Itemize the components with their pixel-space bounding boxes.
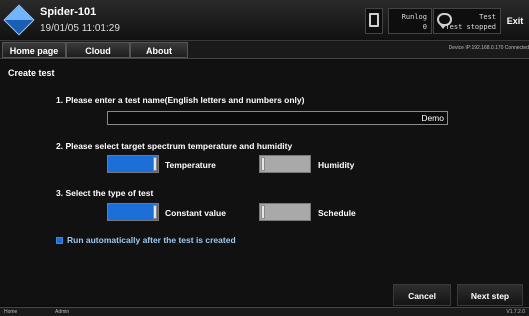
app-logo-icon: [3, 4, 35, 36]
tab-about[interactable]: About: [130, 42, 188, 58]
toggle-knob: [261, 205, 265, 219]
test-name-input[interactable]: [107, 111, 448, 125]
test-status-text: Test Test stopped: [445, 12, 496, 32]
schedule-label: Schedule: [318, 208, 356, 218]
toggle-knob: [153, 205, 157, 219]
auto-run-checkbox[interactable]: [56, 237, 63, 244]
step2-label: 2. Please select target spectrum tempera…: [56, 141, 293, 151]
status-version: V1.7.2.0: [506, 309, 525, 315]
runlog-indicator[interactable]: Runlog 0: [388, 8, 432, 34]
status-bar: Home Admin V1.7.2.0: [0, 307, 529, 316]
tab-cloud[interactable]: Cloud: [66, 42, 130, 58]
runlog-label: Runlog: [401, 13, 427, 21]
toggle-knob: [153, 157, 157, 171]
status-user: Admin: [55, 309, 70, 315]
test-status-title: Test: [479, 13, 496, 21]
document-icon: [369, 13, 379, 27]
step3-label: 3. Select the type of test: [56, 188, 154, 198]
humidity-label: Humidity: [318, 160, 355, 170]
step1-label: 1. Please enter a test name(English lett…: [56, 95, 305, 105]
create-test-panel: Create test 1. Please enter a test name(…: [0, 60, 529, 305]
auto-run-label: Run automatically after the test is crea…: [67, 235, 236, 245]
exit-button[interactable]: Exit: [502, 8, 528, 34]
cancel-button[interactable]: Cancel: [393, 284, 451, 306]
page-title: Create test: [8, 68, 55, 78]
runlog-value: 0: [422, 23, 427, 31]
test-status-button[interactable]: Test Test stopped: [433, 8, 501, 34]
tab-home-page[interactable]: Home page: [2, 42, 66, 58]
datetime-display: 19/01/05 11:01:29: [40, 23, 120, 34]
title-bar: Spider-101 19/01/05 11:01:29 Runlog 0 Te…: [0, 0, 529, 41]
humidity-toggle[interactable]: [259, 155, 311, 173]
temperature-toggle[interactable]: [107, 155, 159, 173]
constant-value-toggle[interactable]: [107, 203, 159, 221]
device-info: Device IP:192.168.0.170 Connected: [448, 45, 529, 51]
test-status-value: Test stopped: [445, 23, 496, 31]
app-title: Spider-101: [40, 6, 97, 18]
temperature-label: Temperature: [165, 160, 216, 170]
schedule-toggle[interactable]: [259, 203, 311, 221]
nav-bar: Home page Cloud About Device IP:192.168.…: [0, 41, 529, 59]
document-button[interactable]: [365, 8, 383, 34]
toggle-knob: [261, 157, 265, 171]
next-step-button[interactable]: Next step: [457, 284, 523, 306]
status-location: Home: [4, 309, 18, 315]
constant-value-label: Constant value: [165, 208, 226, 218]
